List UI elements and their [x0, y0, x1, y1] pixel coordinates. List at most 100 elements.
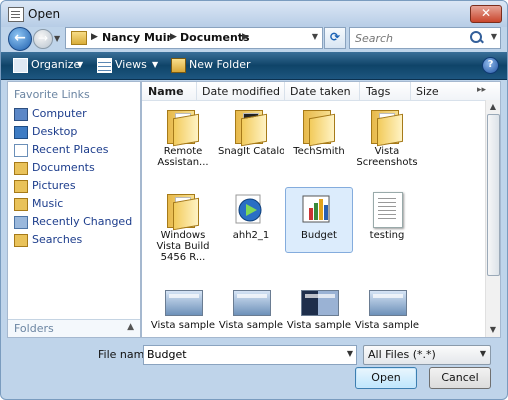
column-date-taken[interactable]: Date taken [290, 85, 351, 98]
sidebar-item-music[interactable]: Music [14, 196, 138, 212]
file-item-budget[interactable]: Budget [285, 187, 353, 253]
file-item-remote-assistance[interactable]: Remote Assistan... [150, 104, 216, 168]
close-button[interactable]: ✕ [470, 5, 502, 23]
scroll-down-icon[interactable]: ▼ [486, 323, 500, 337]
organize-icon [13, 58, 28, 73]
file-item-ahh2-1[interactable]: ahh2_1 [218, 188, 284, 252]
file-item-techsmith[interactable]: TechSmith [286, 104, 352, 168]
sidebar-item-recently-changed[interactable]: Recently Changed [14, 214, 138, 230]
image-file-icon [233, 290, 271, 316]
folders-toggle[interactable]: Folders ▲ [8, 319, 140, 337]
address-dropdown-icon[interactable]: ▼ [312, 32, 318, 41]
views-icon [97, 58, 112, 73]
image-file-icon [369, 290, 407, 316]
file-item-vista-sample[interactable]: Vista sample [286, 278, 352, 342]
file-label: ahh2_1 [232, 230, 270, 241]
recently-changed-icon [14, 216, 28, 229]
sidebar-item-documents[interactable]: Documents [14, 160, 138, 176]
chevron-up-icon: ▲ [127, 322, 134, 332]
file-item-vista-screenshots[interactable]: Vista Screenshots [354, 104, 420, 168]
sidebar-item-pictures[interactable]: Pictures [14, 178, 138, 194]
refresh-button[interactable]: ⟳ [324, 27, 346, 49]
search-icon[interactable] [470, 31, 482, 43]
sidebar-item-label: Documents [32, 161, 95, 174]
organize-button[interactable]: Organize ▼ [13, 57, 85, 74]
sidebar-item-computer[interactable]: Computer [14, 106, 138, 122]
chevron-down-icon: ▼ [152, 60, 159, 69]
recent-pages-dropdown-icon[interactable]: ▼ [54, 34, 60, 43]
file-type-select[interactable]: All Files (*.*) ▼ [363, 345, 491, 365]
back-button[interactable]: ← [8, 27, 32, 51]
column-tags[interactable]: Tags [366, 85, 390, 98]
file-type-value: All Files (*.*) [368, 348, 436, 361]
column-size[interactable]: Size [416, 85, 439, 98]
breadcrumb-documents[interactable]: Documents [180, 31, 250, 44]
computer-icon [14, 108, 28, 121]
file-label: Remote Assistan... [157, 146, 209, 168]
file-item-vista-sample[interactable]: Vista sample [354, 278, 420, 342]
help-icon[interactable]: ? [482, 57, 499, 74]
file-label: Vista sample [286, 320, 352, 331]
image-file-icon [301, 290, 339, 316]
vertical-scrollbar[interactable]: ▲ ▼ [485, 100, 500, 337]
search-placeholder: Search [355, 32, 394, 45]
music-icon [14, 198, 28, 211]
file-item-windows-vista-build[interactable]: Windows Vista Build 5456 R... [150, 188, 216, 263]
column-date-modified[interactable]: Date modified [202, 85, 280, 98]
scrollbar-thumb[interactable] [487, 114, 500, 276]
dialog-title: Open [28, 7, 61, 21]
file-label: SnagIt Catalog [218, 146, 284, 157]
breadcrumb-nancy-muir[interactable]: Nancy Muir [102, 31, 172, 44]
file-item-snagit-catalog[interactable]: SnagIt Catalog [218, 104, 284, 168]
breadcrumb-separator-icon[interactable]: ▶ [242, 32, 249, 42]
column-divider[interactable] [359, 82, 360, 100]
file-name-input[interactable] [147, 348, 337, 361]
folder-icon [71, 31, 87, 45]
sidebar-item-desktop[interactable]: Desktop [14, 124, 138, 140]
dialog-footer: File name: ▼ All Files (*.*) ▼ Open Canc… [1, 337, 507, 399]
address-bar[interactable]: ▶ Nancy Muir ▶ Documents ▶ ▼ [65, 27, 323, 49]
sidebar-item-label: Recently Changed [32, 215, 133, 228]
file-label: Vista sample [150, 320, 216, 331]
sidebar-item-label: Computer [32, 107, 87, 120]
image-file-icon [165, 290, 203, 316]
sidebar-item-searches[interactable]: Searches [14, 232, 138, 248]
column-divider[interactable] [410, 82, 411, 100]
file-label: Vista Screenshots [356, 146, 418, 168]
sidebar-item-label: Searches [32, 233, 83, 246]
folder-icon [167, 194, 199, 231]
chevron-down-icon: ▼ [77, 60, 84, 69]
column-headers: Name Date modified Date taken Tags Size … [142, 82, 500, 101]
file-label: TechSmith [293, 146, 345, 157]
views-button[interactable]: Views ▼ [97, 57, 161, 74]
file-name-dropdown-icon[interactable]: ▼ [347, 349, 353, 358]
views-label: Views [115, 58, 147, 71]
search-options-dropdown-icon[interactable]: ▼ [491, 32, 497, 41]
cancel-button[interactable]: Cancel [429, 367, 491, 389]
column-divider[interactable] [284, 82, 285, 100]
file-label: Budget [301, 230, 337, 241]
sidebar-item-label: Recent Places [32, 143, 109, 156]
search-input[interactable]: Search ▼ [349, 27, 501, 49]
title-bar: Open ✕ [1, 1, 507, 27]
file-item-vista-sample[interactable]: Vista sample [218, 278, 284, 342]
forward-button[interactable]: → [33, 29, 53, 49]
more-columns-icon[interactable]: ▸▸ [477, 85, 486, 95]
breadcrumb-separator-icon[interactable]: ▶ [170, 32, 177, 42]
open-button[interactable]: Open [355, 367, 417, 389]
column-name[interactable]: Name [148, 85, 184, 98]
navigation-pane: Favorite Links Computer Desktop Recent P… [7, 81, 141, 338]
file-item-vista-sample[interactable]: Vista sample [150, 278, 216, 342]
sidebar-item-label: Pictures [32, 179, 76, 192]
file-item-testing[interactable]: testing [354, 188, 420, 252]
command-toolbar: Organize ▼ Views ▼ New Folder ? [1, 52, 507, 80]
file-name-field[interactable]: ▼ [143, 345, 357, 365]
file-label: testing [369, 230, 405, 241]
folder-icon [371, 110, 403, 147]
scroll-up-icon[interactable]: ▲ [486, 100, 500, 114]
sidebar-item-recent-places[interactable]: Recent Places [14, 142, 138, 158]
breadcrumb-separator-icon[interactable]: ▶ [91, 32, 98, 42]
recent-places-icon [14, 144, 28, 157]
column-divider[interactable] [196, 82, 197, 100]
new-folder-button[interactable]: New Folder [171, 57, 251, 74]
